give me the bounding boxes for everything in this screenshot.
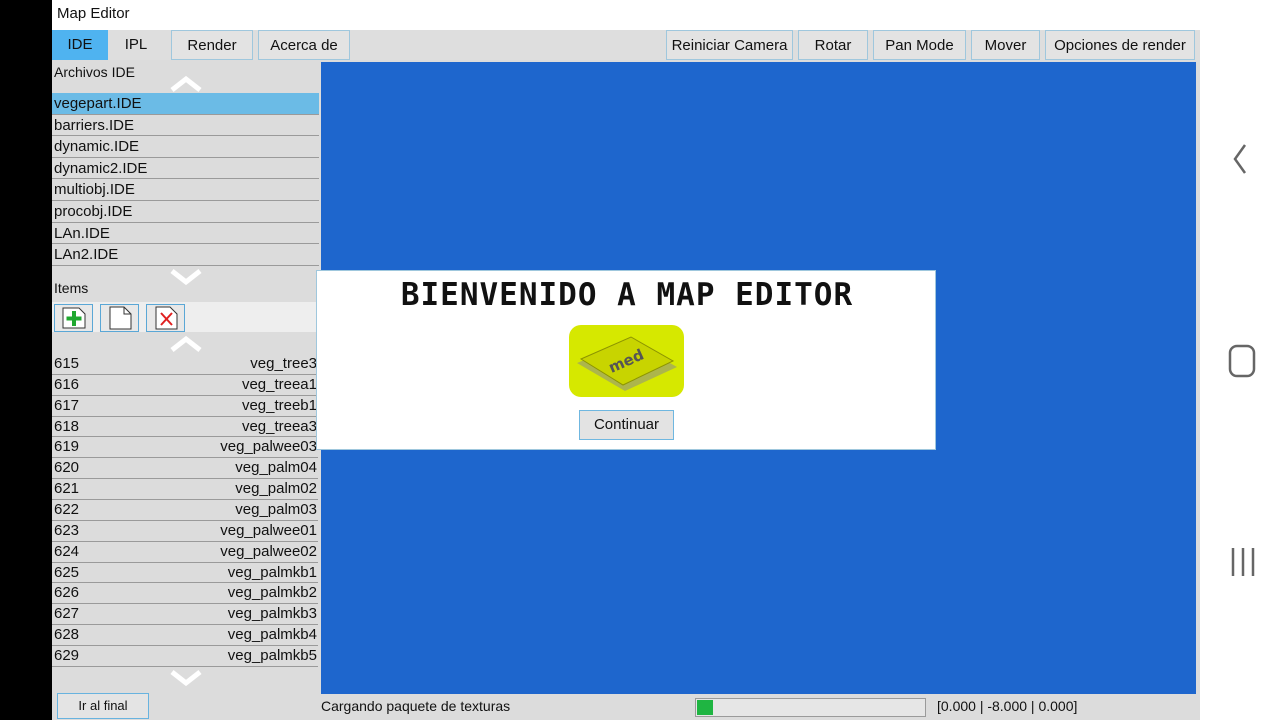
- item-name: veg_palwee02: [220, 542, 317, 560]
- items-label: Items: [54, 280, 89, 296]
- item-name: veg_palm02: [235, 480, 317, 498]
- rotate-button[interactable]: Rotar: [798, 30, 868, 60]
- item-row[interactable]: 624 veg_palwee02: [52, 542, 318, 563]
- chevron-up-icon[interactable]: [170, 75, 202, 93]
- item-name: veg_palm03: [235, 501, 317, 519]
- chevron-down-icon[interactable]: [170, 669, 202, 687]
- item-row[interactable]: 622 veg_palm03: [52, 500, 318, 521]
- delete-icon: [155, 306, 177, 330]
- camera-coordinates: [0.000 | -8.000 | 0.000]: [937, 698, 1078, 714]
- app-title: Map Editor: [57, 5, 130, 22]
- item-id: 624: [54, 542, 80, 560]
- add-item-button[interactable]: [54, 304, 93, 332]
- new-document-button[interactable]: [100, 304, 139, 332]
- item-id: 619: [54, 438, 80, 456]
- item-row[interactable]: 621 veg_palm02: [52, 479, 318, 501]
- item-name: veg_palmkb5: [227, 647, 317, 665]
- ide-files-label: Archivos IDE: [54, 64, 135, 80]
- item-name: veg_palwee03: [220, 438, 317, 456]
- chevron-down-icon[interactable]: [170, 268, 202, 286]
- left-panel: Archivos IDE vegepart.IDE barriers.IDE d…: [52, 60, 320, 720]
- render-button[interactable]: Render: [171, 30, 253, 60]
- toolbar: IDE IPL Render Acerca de Reiniciar Camer…: [52, 30, 1200, 60]
- item-name: veg_palwee01: [220, 521, 317, 539]
- item-name: veg_palmkb4: [227, 626, 317, 644]
- map-editor-app: Map Editor IDE IPL Render Acerca de Rein…: [52, 0, 1200, 720]
- item-row[interactable]: 626 veg_palmkb2: [52, 583, 318, 605]
- item-name: veg_palmkb3: [227, 605, 317, 623]
- item-row[interactable]: 629 veg_palmkb5: [52, 646, 318, 667]
- ide-file-item[interactable]: barriers.IDE: [52, 114, 319, 137]
- loading-progress-bar: [695, 698, 926, 717]
- item-row[interactable]: 615 veg_tree3: [52, 354, 318, 375]
- back-icon[interactable]: [1232, 143, 1248, 175]
- item-id: 629: [54, 647, 80, 665]
- item-row[interactable]: 620 veg_palm04: [52, 458, 318, 480]
- ide-file-item[interactable]: LAn2.IDE: [52, 244, 319, 266]
- item-id: 615: [54, 355, 80, 372]
- item-id: 625: [54, 563, 80, 581]
- item-id: 621: [54, 480, 80, 498]
- ide-file-item[interactable]: vegepart.IDE: [52, 93, 319, 115]
- item-row[interactable]: 619 veg_palwee03: [52, 437, 318, 459]
- med-logo: med: [569, 325, 684, 397]
- ide-file-item[interactable]: LAn.IDE: [52, 222, 319, 245]
- item-name: veg_tree3: [250, 355, 317, 372]
- add-icon: [62, 307, 85, 329]
- render-options-button[interactable]: Opciones de render: [1045, 30, 1195, 60]
- item-name: veg_palm04: [235, 459, 317, 477]
- item-list: 615 veg_tree3 616 veg_treea1 617 veg_treeb1 61…: [52, 354, 318, 667]
- item-row[interactable]: 616 veg_treea1: [52, 375, 318, 396]
- tab-ide[interactable]: IDE: [52, 30, 108, 60]
- item-id: 622: [54, 501, 80, 519]
- ide-file-item[interactable]: dynamic2.IDE: [52, 157, 319, 180]
- document-icon: [109, 306, 131, 330]
- item-id: 620: [54, 459, 80, 477]
- item-row[interactable]: 627 veg_palmkb3: [52, 604, 318, 626]
- move-button[interactable]: Mover: [971, 30, 1040, 60]
- android-nav-bar: [1200, 0, 1280, 720]
- reset-camera-button[interactable]: Reiniciar Camera: [666, 30, 793, 60]
- item-id: 627: [54, 605, 80, 623]
- progress-fill: [697, 700, 714, 715]
- status-text: Cargando paquete de texturas: [321, 698, 511, 714]
- item-id: 618: [54, 417, 80, 435]
- continue-button[interactable]: Continuar: [579, 410, 674, 440]
- item-name: veg_treea3: [241, 417, 317, 435]
- item-row[interactable]: 625 veg_palmkb1: [52, 563, 318, 584]
- item-row[interactable]: 628 veg_palmkb4: [52, 625, 318, 647]
- tab-ipl[interactable]: IPL: [108, 30, 164, 60]
- goto-end-button[interactable]: Ir al final: [57, 693, 149, 719]
- home-icon[interactable]: [1228, 344, 1256, 378]
- ide-file-item[interactable]: multiobj.IDE: [52, 179, 319, 201]
- title-bar: Map Editor: [52, 0, 1200, 30]
- ide-file-item[interactable]: procobj.IDE: [52, 200, 319, 223]
- item-name: veg_treeb1: [241, 396, 317, 414]
- item-id: 617: [54, 396, 80, 414]
- dialog-title: BIENVENIDO A MAP EDITOR: [400, 277, 854, 313]
- ide-file-item[interactable]: dynamic.IDE: [52, 136, 319, 158]
- item-name: veg_palmkb2: [227, 584, 317, 602]
- chevron-up-icon[interactable]: [170, 335, 202, 353]
- item-id: 616: [54, 375, 80, 393]
- pan-mode-button[interactable]: Pan Mode: [873, 30, 966, 60]
- recents-icon[interactable]: [1230, 546, 1256, 578]
- logo-image: med: [577, 336, 677, 391]
- item-id: 623: [54, 521, 80, 539]
- about-button[interactable]: Acerca de: [258, 30, 350, 60]
- welcome-dialog: BIENVENIDO A MAP EDITOR med Continuar: [316, 270, 936, 450]
- item-row[interactable]: 618 veg_treea3: [52, 417, 318, 438]
- item-name: veg_treea1: [241, 375, 317, 393]
- item-id: 628: [54, 626, 80, 644]
- item-name: veg_palmkb1: [227, 563, 317, 581]
- items-toolbar: [52, 302, 319, 332]
- item-row[interactable]: 617 veg_treeb1: [52, 396, 318, 417]
- item-id: 626: [54, 584, 80, 602]
- ide-file-list: vegepart.IDE barriers.IDE dynamic.IDE dy…: [52, 93, 319, 266]
- item-row[interactable]: 623 veg_palwee01: [52, 521, 318, 542]
- delete-item-button[interactable]: [146, 304, 185, 332]
